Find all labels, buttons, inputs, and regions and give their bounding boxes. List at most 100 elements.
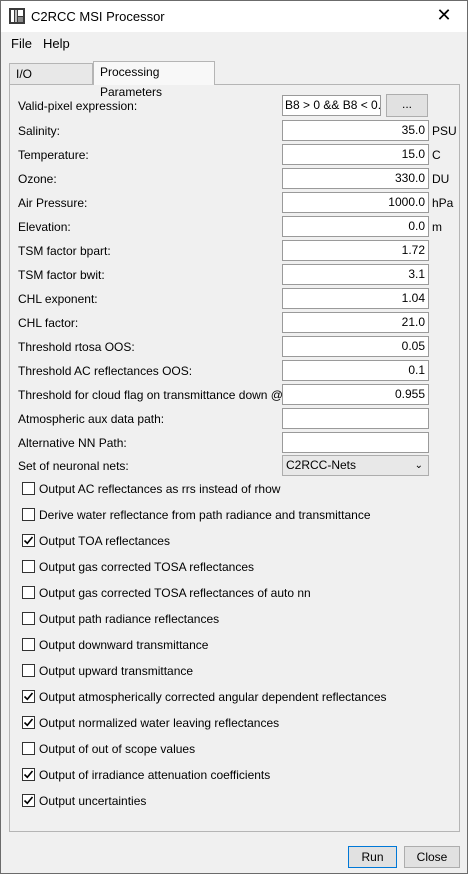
param-threshold-rtosa: Threshold rtosa OOS: 0.05 — [18, 336, 450, 358]
option-row[interactable]: Output atmospherically corrected angular… — [22, 689, 452, 707]
air-pressure-unit: hPa — [432, 196, 454, 210]
elevation-input[interactable]: 0.0 — [282, 216, 429, 237]
menu-help[interactable]: Help — [43, 36, 70, 51]
param-temperature: Temperature: 15.0 C — [18, 144, 450, 166]
checkbox[interactable] — [22, 664, 35, 677]
option-row[interactable]: Output of irradiance attenuation coeffic… — [22, 767, 452, 785]
option-label: Output uncertainties — [39, 794, 147, 808]
option-row[interactable]: Output uncertainties — [22, 793, 452, 811]
option-label: Output gas corrected TOSA reflectances — [39, 560, 255, 574]
checkmark-icon — [23, 796, 34, 805]
checkbox[interactable] — [22, 716, 35, 729]
param-atmo-aux-path: Atmospheric aux data path: — [18, 408, 450, 430]
checkbox[interactable] — [22, 586, 35, 599]
close-button[interactable]: Close — [404, 846, 460, 868]
param-tsm-bwit: TSM factor bwit: 3.1 — [18, 264, 450, 286]
option-row[interactable]: Output gas corrected TOSA reflectances o… — [22, 585, 452, 603]
temperature-input[interactable]: 15.0 — [282, 144, 429, 165]
checkbox[interactable] — [22, 794, 35, 807]
param-threshold-ac: Threshold AC reflectances OOS: 0.1 — [18, 360, 450, 382]
title-bar: C2RCC MSI Processor ✕ — [1, 1, 467, 32]
checkbox[interactable] — [22, 560, 35, 573]
expression-editor-button[interactable]: ... — [386, 94, 428, 117]
neural-nets-select[interactable]: C2RCC-Nets ⌄ — [282, 455, 429, 476]
ozone-input[interactable]: 330.0 — [282, 168, 429, 189]
option-label: Output of out of scope values — [39, 742, 196, 756]
tsm-bpart-input[interactable]: 1.72 — [282, 240, 429, 261]
tsm-bwit-label: TSM factor bwit: — [18, 268, 105, 282]
tab-processing-parameters[interactable]: Processing Parameters — [93, 61, 215, 99]
checkbox[interactable] — [22, 638, 35, 651]
checkbox[interactable] — [22, 612, 35, 625]
param-chl-factor: CHL factor: 21.0 — [18, 312, 450, 334]
param-elevation: Elevation: 0.0 m — [18, 216, 450, 238]
option-label: Output path radiance reflectances — [39, 612, 220, 626]
tsm-bpart-label: TSM factor bpart: — [18, 244, 111, 258]
threshold-ac-label: Threshold AC reflectances OOS: — [18, 364, 193, 378]
param-alt-nn-path: Alternative NN Path: — [18, 432, 450, 454]
tab-io-parameters[interactable]: I/O Parameters — [9, 63, 93, 101]
option-row[interactable]: Derive water reflectance from path radia… — [22, 507, 452, 525]
param-threshold-cloud: Threshold for cloud flag on transmittanc… — [18, 384, 450, 406]
valid-pixel-expression-input[interactable]: B8 > 0 && B8 < 0.1 — [282, 95, 381, 116]
close-window-icon[interactable]: ✕ — [421, 1, 467, 32]
menu-file[interactable]: File — [11, 36, 32, 51]
option-row[interactable]: Output of out of scope values — [22, 741, 452, 759]
option-label: Output AC reflectances as rrs instead of… — [39, 482, 281, 496]
alt-nn-path-input[interactable] — [282, 432, 429, 453]
option-row[interactable]: Output AC reflectances as rrs instead of… — [22, 481, 452, 499]
threshold-ac-input[interactable]: 0.1 — [282, 360, 429, 381]
option-label: Output upward transmittance — [39, 664, 194, 678]
elevation-unit: m — [432, 220, 442, 234]
checkbox[interactable] — [22, 534, 35, 547]
checkmark-icon — [23, 692, 34, 701]
checkmark-icon — [23, 536, 34, 545]
checkmark-icon — [23, 770, 34, 779]
option-row[interactable]: Output downward transmittance — [22, 637, 452, 655]
option-row[interactable]: Output normalized water leaving reflecta… — [22, 715, 452, 733]
option-label: Output downward transmittance — [39, 638, 209, 652]
option-row[interactable]: Output gas corrected TOSA reflectances — [22, 559, 452, 577]
checkbox[interactable] — [22, 482, 35, 495]
param-tsm-bpart: TSM factor bpart: 1.72 — [18, 240, 450, 262]
option-row[interactable]: Output path radiance reflectances — [22, 611, 452, 629]
salinity-input[interactable]: 35.0 — [282, 120, 429, 141]
temperature-label: Temperature: — [18, 148, 89, 162]
checkbox[interactable] — [22, 768, 35, 781]
ozone-unit: DU — [432, 172, 450, 186]
checkbox[interactable] — [22, 690, 35, 703]
run-button[interactable]: Run — [348, 846, 397, 868]
tab-bar: I/O Parameters Processing Parameters — [1, 59, 467, 101]
atmo-aux-path-input[interactable] — [282, 408, 429, 429]
tsm-bwit-input[interactable]: 3.1 — [282, 264, 429, 285]
threshold-rtosa-input[interactable]: 0.05 — [282, 336, 429, 357]
chl-exponent-input[interactable]: 1.04 — [282, 288, 429, 309]
app-window: C2RCC MSI Processor ✕ File Help I/O Para… — [0, 0, 468, 874]
salinity-label: Salinity: — [18, 124, 61, 138]
option-row[interactable]: Output upward transmittance — [22, 663, 452, 681]
param-valid-pixel-expression: Valid-pixel expression: B8 > 0 && B8 < 0… — [18, 94, 450, 117]
ozone-label: Ozone: — [18, 172, 57, 186]
threshold-rtosa-label: Threshold rtosa OOS: — [18, 340, 135, 354]
processing-parameters-panel: Valid-pixel expression: B8 > 0 && B8 < 0… — [9, 84, 460, 832]
air-pressure-input[interactable]: 1000.0 — [282, 192, 429, 213]
chl-factor-label: CHL factor: — [18, 316, 79, 330]
checkbox[interactable] — [22, 508, 35, 521]
option-label: Output TOA reflectances — [39, 534, 170, 548]
checkbox[interactable] — [22, 742, 35, 755]
threshold-cloud-input[interactable]: 0.955 — [282, 384, 429, 405]
chl-exponent-label: CHL exponent: — [18, 292, 98, 306]
elevation-label: Elevation: — [18, 220, 71, 234]
option-label: Output gas corrected TOSA reflectances o… — [39, 586, 311, 600]
option-row[interactable]: Output TOA reflectances — [22, 533, 452, 551]
option-label: Derive water reflectance from path radia… — [39, 508, 371, 522]
checkmark-icon — [23, 718, 34, 727]
chevron-down-icon: ⌄ — [414, 460, 423, 471]
salinity-unit: PSU — [432, 124, 457, 138]
chl-factor-input[interactable]: 21.0 — [282, 312, 429, 333]
param-air-pressure: Air Pressure: 1000.0 hPa — [18, 192, 454, 214]
alt-nn-path-label: Alternative NN Path: — [18, 436, 127, 450]
option-label: Output atmospherically corrected angular… — [39, 690, 387, 704]
param-ozone: Ozone: 330.0 DU — [18, 168, 450, 190]
neural-nets-selected-value: C2RCC-Nets — [286, 458, 357, 472]
